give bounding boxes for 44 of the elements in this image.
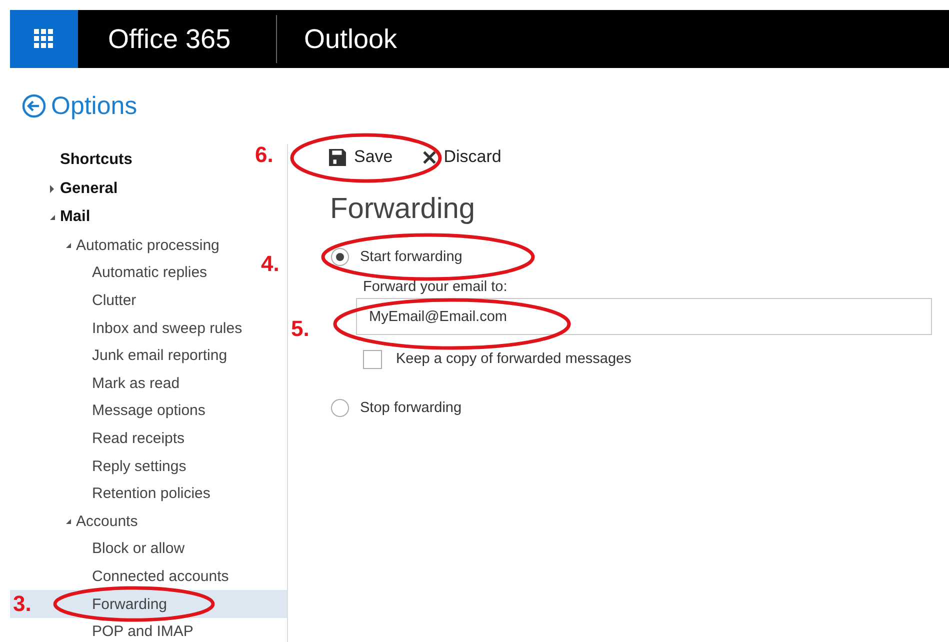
step-number: 3. [13,593,32,615]
discard-button[interactable]: Discard [416,143,508,171]
sidebar-item[interactable]: Automatic replies [92,264,208,282]
sidebar-item[interactable]: Mail [60,208,90,226]
sidebar-item[interactable]: General [60,180,118,198]
brand-name: Office 365 [107,24,232,54]
app-launcher-icon[interactable] [34,29,54,49]
section-title: Forwarding [330,193,476,226]
step-number: 5. [291,318,310,340]
sidebar-item[interactable]: Forwarding [92,596,168,613]
expand-arrow-icon[interactable] [50,184,54,193]
sidebar-item[interactable]: Automatic processing [76,236,220,254]
email-field[interactable]: MyEmail@Email.com [356,298,932,335]
sidebar-item[interactable]: Retention policies [92,485,210,502]
sidebar-item[interactable]: Accounts [76,512,138,530]
save-button[interactable]: Save [323,143,399,171]
option-label: Start forwarding [360,249,462,265]
sidebar-item[interactable]: Reply settings [92,458,186,475]
app-name: Outlook [303,24,398,54]
back-icon[interactable] [22,94,46,118]
radio-button[interactable] [331,248,349,266]
page-title: Options [51,92,138,120]
radio-button[interactable] [331,399,349,417]
sidebar-item[interactable]: Junk email reporting [92,347,228,364]
collapse-arrow-icon[interactable] [66,242,70,248]
sidebar-item[interactable]: Mark as read [92,374,180,392]
sidebar-item[interactable]: Inbox and sweep rules [92,320,242,337]
save-icon [329,148,346,166]
collapse-arrow-icon[interactable] [50,214,54,220]
collapse-arrow-icon[interactable] [66,518,70,524]
sidebar-item[interactable]: Read receipts [92,430,185,447]
sidebar-item[interactable]: Block or allow [92,540,185,558]
step-number: 4. [261,253,280,275]
sidebar-item[interactable]: Connected accounts [92,568,229,585]
sidebar-item[interactable]: Shortcuts [60,151,132,170]
checkbox[interactable] [363,350,382,368]
sidebar-item[interactable]: Clutter [92,292,136,309]
checkbox-label: Keep a copy of forwarded messages [396,351,632,367]
field-label: Forward your email to: [363,279,508,295]
step-number: 6. [255,144,274,166]
sidebar-item[interactable]: POP and IMAP [92,623,194,640]
sidebar-item[interactable]: Message options [92,402,206,420]
close-icon [422,150,436,164]
option-label: Stop forwarding [360,400,462,416]
